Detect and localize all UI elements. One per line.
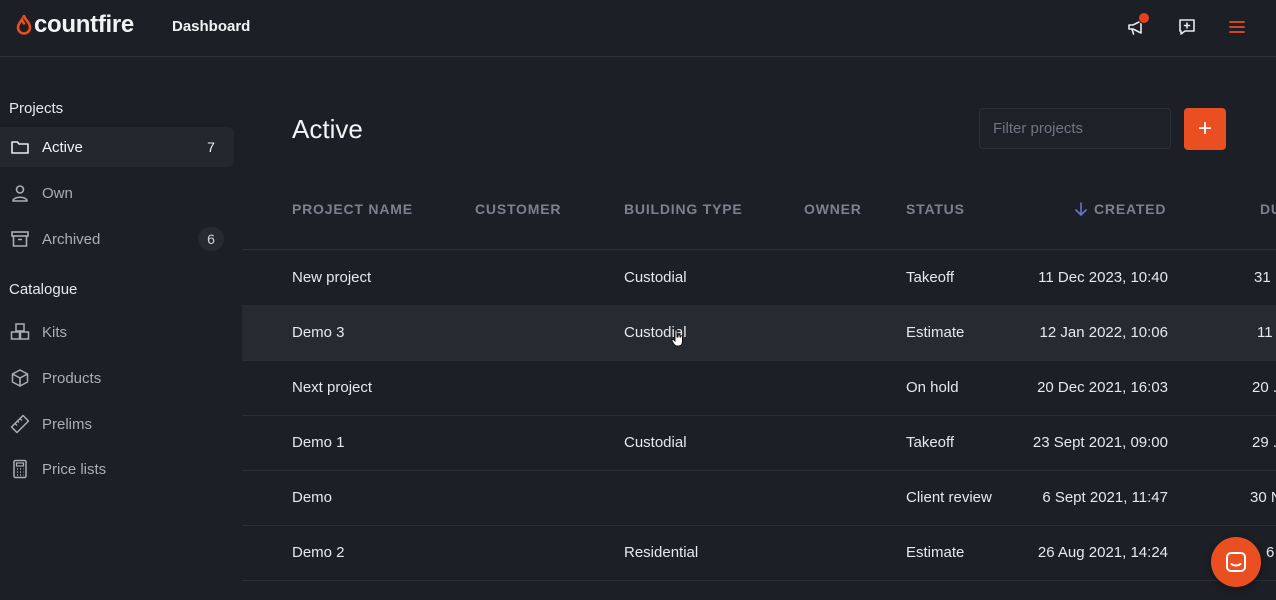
chat-icon [1226,552,1246,572]
status-cell: Estimate [906,544,965,561]
table-row[interactable]: Demo Client review 6 Sept 2021, 11:47 30… [242,470,1276,526]
project-name-cell: Demo [292,489,333,506]
status-cell: Takeoff [906,434,955,451]
chat-launcher-button[interactable] [1211,537,1261,587]
created-cell: 6 Sept 2021, 11:47 [1042,489,1168,506]
column-header-building-type[interactable]: BUILDING TYPE [624,201,743,217]
created-cell: 20 Dec 2021, 16:03 [1037,379,1168,396]
status-cell: Estimate [906,324,965,341]
column-header-label: CREATED [1094,201,1167,217]
column-header-project-name[interactable]: PROJECT NAME [292,201,413,217]
feedback-button[interactable] [1174,14,1200,40]
created-cell: 23 Sept 2021, 09:00 [1032,434,1168,451]
due-cell: 11 . [1257,324,1276,341]
table-row[interactable]: Demo 1 Custodial Takeoff 23 Sept 2021, 0… [242,415,1276,471]
active-count: 7 [207,139,215,155]
pointer-cursor-icon [671,329,683,347]
project-name-cell: New project [292,269,372,286]
logo[interactable]: countfire [16,11,134,39]
table-row[interactable]: New project Custodial Takeoff 11 Dec 202… [242,250,1276,306]
project-name-cell: Next project [292,379,373,396]
due-cell: 6 [1266,544,1275,561]
menu-icon [1229,21,1245,33]
page-title: Active [292,114,363,144]
user-icon [12,185,28,202]
status-cell: On hold [906,379,959,396]
sidebar-item-products[interactable]: Products [0,358,234,398]
project-name-cell: Demo 1 [292,434,345,451]
column-header-customer[interactable]: CUSTOMER [475,201,561,217]
sidebar-item-archived[interactable]: Archived 6 [0,219,234,259]
notification-dot [1138,12,1150,24]
sidebar-item-own[interactable]: Own [0,173,234,213]
top-bar: countfire Dashboard [0,0,1276,57]
main-content: Active + PROJECT NAME CUSTOMER BUILDING … [242,57,1276,600]
sidebar-item-label: Prelims [42,415,93,433]
announcements-button[interactable] [1124,12,1150,40]
boxes-icon [10,323,30,340]
sidebar-item-prelims[interactable]: Prelims [0,404,234,444]
nav-dashboard-link[interactable]: Dashboard [172,18,250,35]
sidebar: Projects Active 7 Own Archived 6 Catalog… [0,57,242,600]
created-cell: 11 Dec 2023, 10:40 [1038,269,1168,286]
building-type-cell: Custodial [624,434,687,451]
sidebar-item-label: Active [42,138,83,156]
cube-icon [11,369,29,387]
sidebar-item-active[interactable]: Active 7 [0,127,234,167]
menu-button[interactable] [1224,14,1250,40]
sidebar-item-label: Own [42,184,73,202]
column-header-due[interactable]: DU [1260,201,1276,217]
sidebar-item-label: Archived [42,230,101,248]
projects-section-title: Projects [9,100,64,117]
filter-projects-input[interactable] [979,108,1171,149]
created-cell: 12 Jan 2022, 10:06 [1039,324,1168,341]
status-cell: Takeoff [906,269,955,286]
due-cell: 31 . [1254,269,1276,286]
project-name-cell: Demo 2 [292,544,345,561]
table-row[interactable]: Demo 2 Residential Estimate 26 Aug 2021,… [242,525,1276,581]
sidebar-item-label: Price lists [42,460,107,478]
folder-icon [11,141,29,154]
logo-text: countfire [34,11,134,38]
ruler-icon [10,414,30,434]
table-row[interactable]: Demo 3 Custodial Estimate 12 Jan 2022, 1… [242,305,1276,361]
sort-down-icon [1075,201,1087,216]
due-cell: 30 N [1250,489,1276,506]
building-type-cell: Custodial [624,269,687,286]
table-row[interactable]: Next project On hold 20 Dec 2021, 16:03 … [242,360,1276,416]
add-project-button[interactable]: + [1184,108,1226,150]
project-name-cell: Demo 3 [292,324,345,341]
feedback-icon [1179,19,1195,35]
created-cell: 26 Aug 2021, 14:24 [1037,544,1168,561]
catalogue-section-title: Catalogue [9,281,78,298]
column-header-owner[interactable]: OWNER [804,201,862,217]
column-header-created[interactable]: CREATED [1074,201,1166,217]
flame-icon [16,15,32,35]
building-type-cell: Residential [624,544,699,561]
sidebar-item-label: Products [42,369,102,387]
due-cell: 20 . [1252,379,1276,396]
archive-icon [11,231,29,247]
calculator-icon [13,459,27,479]
sidebar-item-kits[interactable]: Kits [0,312,234,352]
status-cell: Client review [906,489,992,506]
sidebar-item-price-lists[interactable]: Price lists [0,449,234,489]
archived-count: 6 [198,227,224,251]
due-cell: 29 . [1252,434,1276,451]
sidebar-item-label: Kits [42,323,68,341]
column-header-status[interactable]: STATUS [906,201,965,217]
